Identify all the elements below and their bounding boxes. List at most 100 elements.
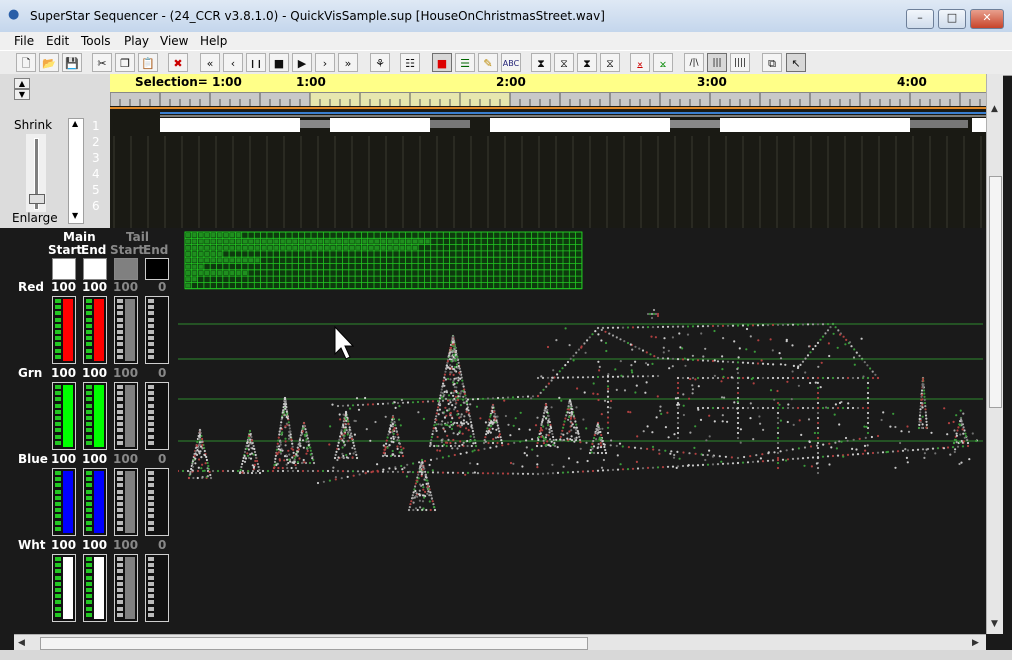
blue-tail-start-slider[interactable] [114, 468, 138, 536]
save-icon[interactable]: 💾 [62, 53, 82, 72]
window-icon[interactable]: ⧉ [762, 53, 782, 72]
scroll-right-icon[interactable]: ▶ [972, 638, 979, 648]
menu-bar: File Edit Tools Play View Help [0, 32, 1012, 50]
spin-icon[interactable]: /|\ [684, 53, 704, 72]
red-main-start-slider[interactable] [52, 296, 76, 364]
morph-icon-4[interactable]: ⧖ [600, 53, 620, 72]
channel-tracks[interactable] [110, 106, 986, 228]
blue-main-end-value: 100 [82, 452, 108, 466]
red-tail-end-slider[interactable] [145, 296, 169, 364]
morph-icon-3[interactable]: ⧗ [577, 53, 597, 72]
menu-file[interactable]: File [14, 32, 34, 50]
grid-3-icon[interactable]: ||| [707, 53, 727, 72]
red-tail-start-slider[interactable] [114, 296, 138, 364]
red-main-end-slider[interactable] [83, 296, 107, 364]
step-forward-icon[interactable]: › [315, 53, 335, 72]
timeline-ruler[interactable]: Selection= 1:00 1:00 2:00 3:00 4:00 [110, 74, 986, 107]
color-select-icon[interactable]: ■ [432, 53, 452, 72]
main-start-color-swatch[interactable] [52, 258, 76, 280]
morph-icon-1[interactable]: ⧗ [531, 53, 551, 72]
channel-number: 6 [92, 199, 100, 213]
spin-up-button[interactable]: ▲ [14, 78, 30, 89]
blue-main-end-slider[interactable] [83, 468, 107, 536]
status-bar [0, 650, 1012, 660]
white-main-start-slider[interactable] [52, 554, 76, 622]
white-tail-start-value: 100 [113, 538, 139, 552]
channel-number: 1 [92, 119, 100, 133]
green-tail-end-slider[interactable] [145, 382, 169, 450]
clapper-icon[interactable]: ☷ [400, 53, 420, 72]
menu-tools[interactable]: Tools [81, 32, 111, 50]
pencil-icon[interactable]: ✎ [478, 53, 498, 72]
spin-down-button[interactable]: ▼ [14, 89, 30, 100]
white-main-end-value: 100 [82, 538, 108, 552]
tail-end-color-swatch[interactable] [145, 258, 169, 280]
time-mark: 2:00 [496, 75, 526, 89]
house-visualization-preview[interactable] [178, 228, 986, 634]
delete-icon[interactable]: ✖ [168, 53, 188, 72]
red-tail-start-value: 100 [113, 280, 139, 294]
step-back-icon[interactable]: ‹ [223, 53, 243, 72]
channel-grid-matrix [184, 231, 583, 290]
menu-edit[interactable]: Edit [46, 32, 69, 50]
white-tail-end-value: 0 [158, 538, 167, 552]
green-main-end-slider[interactable] [83, 382, 107, 450]
scroll-up-icon[interactable]: ▲ [72, 119, 78, 128]
vertical-scroll-thumb[interactable] [989, 176, 1002, 408]
ramp-up-icon[interactable]: ⨱ [630, 53, 650, 72]
cut-icon[interactable]: ✂ [92, 53, 112, 72]
channel-number: 4 [92, 167, 100, 181]
rewind-icon[interactable]: « [200, 53, 220, 72]
shrink-label: Shrink [14, 118, 53, 132]
scroll-up-icon[interactable]: ▲ [991, 104, 998, 114]
white-main-end-slider[interactable] [83, 554, 107, 622]
main-end-color-swatch[interactable] [83, 258, 107, 280]
scroll-left-icon[interactable]: ◀ [18, 638, 25, 648]
white-tail-start-slider[interactable] [114, 554, 138, 622]
stop-icon[interactable]: ■ [269, 53, 289, 72]
minimize-button[interactable]: – [906, 9, 934, 29]
channel-number: 5 [92, 183, 100, 197]
copy-icon[interactable]: ❐ [115, 53, 135, 72]
vertical-scrollbar[interactable]: ▲ ▼ [986, 74, 1003, 634]
new-icon[interactable]: 🗋 [16, 53, 36, 72]
title-bar: ● SuperStar Sequencer - (24_CCR v3.8.1.0… [0, 0, 1012, 33]
pause-icon[interactable]: ❙❙ [246, 53, 266, 72]
blue-main-start-slider[interactable] [52, 468, 76, 536]
pointer-icon[interactable]: ↖ [786, 53, 806, 72]
green-label: Grn [18, 366, 43, 380]
zoom-slider[interactable] [26, 134, 46, 212]
grid-4-icon[interactable]: |||| [730, 53, 750, 72]
blue-tail-end-slider[interactable] [145, 468, 169, 536]
fast-forward-icon[interactable]: » [338, 53, 358, 72]
play-icon[interactable]: ▶ [292, 53, 312, 72]
ramp-down-icon[interactable]: ⨲ [653, 53, 673, 72]
horizontal-scroll-thumb[interactable] [40, 637, 588, 650]
menu-view[interactable]: View [160, 32, 188, 50]
white-label: Wht [18, 538, 46, 552]
green-tail-start-slider[interactable] [114, 382, 138, 450]
app-icon: ● [8, 7, 20, 22]
morph-icon-2[interactable]: ⧖ [554, 53, 574, 72]
close-button[interactable]: ✕ [970, 9, 1004, 29]
menu-play[interactable]: Play [124, 32, 149, 50]
maximize-button[interactable]: □ [938, 9, 966, 29]
menu-help[interactable]: Help [200, 32, 227, 50]
camera-icon[interactable]: ⚘ [370, 53, 390, 72]
channel-scrollbar[interactable]: ▲ ▼ [68, 118, 84, 224]
green-main-start-slider[interactable] [52, 382, 76, 450]
open-icon[interactable]: 📂 [39, 53, 59, 72]
palette-icon[interactable]: ☰ [455, 53, 475, 72]
scroll-down-icon[interactable]: ▼ [991, 619, 998, 629]
tail-start-color-swatch[interactable] [114, 258, 138, 280]
white-tail-end-slider[interactable] [145, 554, 169, 622]
horizontal-scrollbar[interactable]: ◀ ▶ [14, 634, 986, 651]
blue-label: Blue [18, 452, 48, 466]
red-label: Red [18, 280, 44, 294]
text-effect-icon[interactable]: ABC [501, 53, 521, 72]
red-main-start-value: 100 [51, 280, 77, 294]
zoom-slider-thumb[interactable] [29, 194, 45, 204]
window-title: SuperStar Sequencer - (24_CCR v3.8.1.0) … [30, 9, 605, 23]
scroll-down-icon[interactable]: ▼ [72, 211, 78, 220]
paste-icon[interactable]: 📋 [138, 53, 158, 72]
